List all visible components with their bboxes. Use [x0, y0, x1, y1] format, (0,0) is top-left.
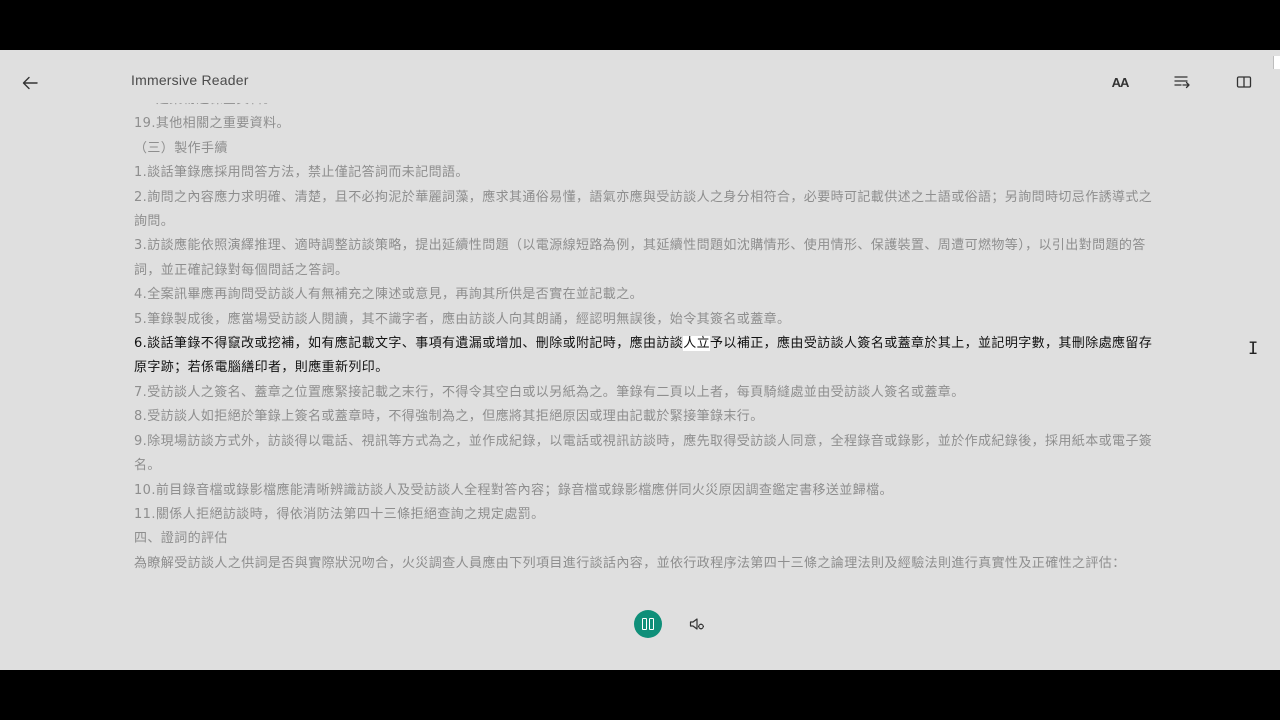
paragraph: 3.訪談應能依照演繹推理、適時調整訪談策略，提出延續性問題（以電源線短路為例，其… [134, 238, 1146, 278]
paragraph: 19.其他相關之重要資料。 [134, 116, 290, 132]
paragraph: 8.受訪談人如拒絕於筆錄上簽名或蓋章時，不得強制為之，但應將其拒絕原因或理由記載… [134, 409, 764, 425]
back-button[interactable] [16, 70, 44, 96]
paragraph: 4.全案訊畢應再詢問受訪談人有無補充之陳述或意見，再詢其所供是否實在並記載之。 [134, 287, 644, 303]
paragraph: 7.受訪談人之簽名、蓋章之位置應緊接記載之末行，不得令其空白或以另紙為之。筆錄有… [134, 384, 965, 400]
book-open-icon [1236, 76, 1252, 88]
app-title: Immersive Reader [131, 72, 249, 88]
text-cursor-icon: I [1248, 339, 1259, 359]
immersive-reader-window: Immersive Reader AA 18.建築物之保全資料。 19.其他相關… [0, 50, 1280, 670]
current-word-highlight: 人立 [683, 336, 711, 352]
arrow-left-icon [22, 76, 38, 90]
grammar-options-button[interactable] [1167, 69, 1197, 95]
paragraph: 10.前目錄音檔或錄影檔應能清晰辨識訪談人及受訪談人全程對答內容；錄音檔或錄影檔… [134, 482, 893, 498]
grammar-options-icon [1174, 76, 1190, 89]
letterbox-top [0, 0, 1280, 50]
text-size-icon: AA [1111, 74, 1130, 90]
pause-icon [642, 618, 654, 630]
paragraph: 5.筆錄製成後，應當場受訪談人閱讀，其不識字者，應由訪談人向其朗誦，經認明無誤後… [134, 311, 791, 327]
voice-settings-icon [689, 618, 704, 630]
pause-button[interactable] [634, 610, 662, 638]
reading-content-inner: 18.建築物之保全資料。 19.其他相關之重要資料。 （三）製作手續 1.談話筆… [134, 103, 1164, 576]
paragraph: （三）製作手續 [134, 140, 228, 156]
paragraph: 2.詢問之內容應力求明確、清楚，且不必拘泥於華麗詞藻，應求其通俗易懂，語氣亦應與… [134, 189, 1153, 230]
active-text-before: 6.談話筆錄不得竄改或挖補，如有應記載文字、事項有遺漏或增加、刪除或附記時，應由… [134, 336, 684, 352]
reading-content[interactable]: 18.建築物之保全資料。 19.其他相關之重要資料。 （三）製作手續 1.談話筆… [134, 103, 1164, 607]
section-heading: 四、證詞的評估 [134, 531, 228, 547]
active-paragraph: 6.談話筆錄不得竄改或挖補，如有應記載文字、事項有遺漏或增加、刪除或附記時，應由… [134, 332, 1164, 381]
text-preferences-button[interactable]: AA [1105, 69, 1135, 95]
voice-settings-button[interactable] [684, 612, 710, 636]
paragraph: 1.談話筆錄應採用問答方法，禁止僅記答詞而未記問語。 [134, 165, 469, 181]
reading-preferences-button[interactable] [1229, 69, 1259, 95]
paragraph: 為瞭解受訪談人之供詞是否與實際狀況吻合，火災調查人員應由下列項目進行談話內容，並… [134, 555, 1126, 571]
letterbox-bottom [0, 670, 1280, 720]
paragraph: 9.除現場訪談方式外，訪談得以電話、視訊等方式為之，並作成紀錄，以電話或視訊訪談… [134, 433, 1153, 474]
paragraph: 11.關係人拒絕訪談時，得依消防法第四十三條拒絕查詢之規定處罰。 [134, 506, 545, 522]
paragraph: 18.建築物之保全資料。 [134, 103, 1164, 112]
